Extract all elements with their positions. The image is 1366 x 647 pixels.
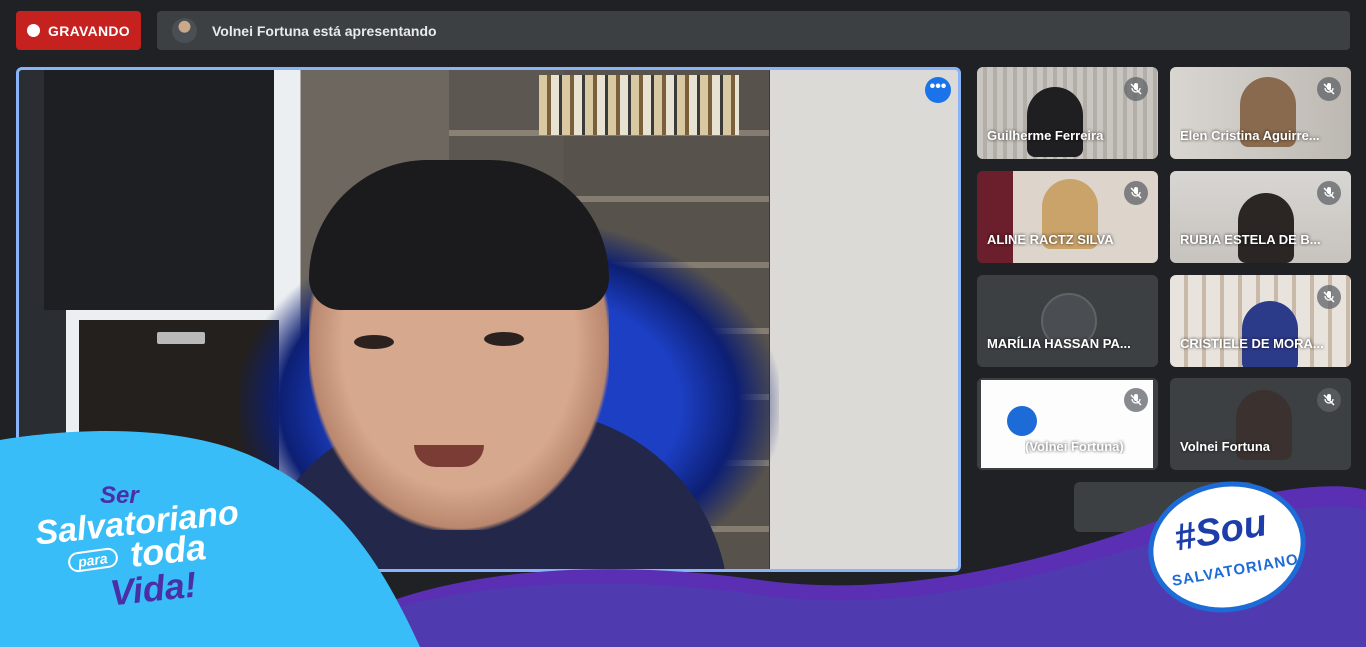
leave-call-button[interactable] bbox=[785, 592, 835, 628]
participant-tile[interactable]: CRISTIELE DE MORA... bbox=[1170, 275, 1351, 367]
presentation-tile[interactable]: (Volnei Fortuna) bbox=[977, 378, 1158, 470]
participant-tile[interactable]: MARÍLIA HASSAN PA... bbox=[977, 275, 1158, 367]
video-person bbox=[414, 445, 484, 467]
mic-toggle-button[interactable] bbox=[525, 592, 561, 628]
present-button[interactable] bbox=[681, 592, 717, 628]
recording-button[interactable]: GRAVANDO bbox=[16, 11, 141, 50]
captions-button[interactable] bbox=[629, 592, 665, 628]
record-dot-icon bbox=[27, 24, 40, 37]
badge-text: #Sou bbox=[1171, 502, 1270, 560]
mic-off-icon bbox=[1317, 181, 1341, 205]
presenter-avatar bbox=[172, 18, 197, 43]
participant-tile[interactable]: Guilherme Ferreira bbox=[977, 67, 1158, 159]
mic-off-icon bbox=[1317, 388, 1341, 412]
video-person bbox=[354, 335, 394, 349]
mic-off-icon bbox=[1317, 285, 1341, 309]
video-person bbox=[484, 332, 524, 346]
mic-off-icon bbox=[1317, 77, 1341, 101]
mic-off-icon bbox=[1124, 77, 1148, 101]
video-background bbox=[539, 75, 739, 135]
participant-tile[interactable]: RUBIA ESTELA DE B... bbox=[1170, 171, 1351, 263]
participant-name: Elen Cristina Aguirre... bbox=[1180, 128, 1320, 143]
participant-tile[interactable]: Volnei Fortuna bbox=[1170, 378, 1351, 470]
participant-name: Guilherme Ferreira bbox=[987, 128, 1104, 143]
camera-toggle-button[interactable] bbox=[577, 592, 613, 628]
mic-off-icon bbox=[1124, 388, 1148, 412]
participant-tile[interactable]: ALINE RACTZ SILVA bbox=[977, 171, 1158, 263]
presenting-text: Volnei Fortuna está apresentando bbox=[212, 22, 437, 39]
recording-label: GRAVANDO bbox=[48, 22, 130, 39]
presenting-banner: Volnei Fortuna está apresentando bbox=[157, 11, 1350, 50]
tile-person bbox=[1027, 87, 1083, 157]
more-options-button[interactable]: ••• bbox=[925, 77, 951, 103]
video-background bbox=[157, 332, 205, 344]
participant-name: MARÍLIA HASSAN PA... bbox=[987, 336, 1131, 351]
participant-name: ALINE RACTZ SILVA bbox=[987, 232, 1114, 247]
tile-person bbox=[1238, 193, 1294, 263]
participant-name: (Volnei Fortuna) bbox=[1025, 439, 1124, 454]
tile-person bbox=[1242, 301, 1298, 367]
more-button[interactable] bbox=[733, 592, 769, 628]
main-video-tile[interactable]: ••• bbox=[16, 67, 961, 572]
participant-name: RUBIA ESTELA DE B... bbox=[1180, 232, 1321, 247]
participant-tile[interactable]: Elen Cristina Aguirre... bbox=[1170, 67, 1351, 159]
participant-name: Volnei Fortuna bbox=[1180, 439, 1271, 454]
participant-name: CRISTIELE DE MORA... bbox=[1180, 336, 1324, 351]
presentation-logo bbox=[1007, 406, 1037, 436]
mic-off-icon bbox=[1124, 181, 1148, 205]
